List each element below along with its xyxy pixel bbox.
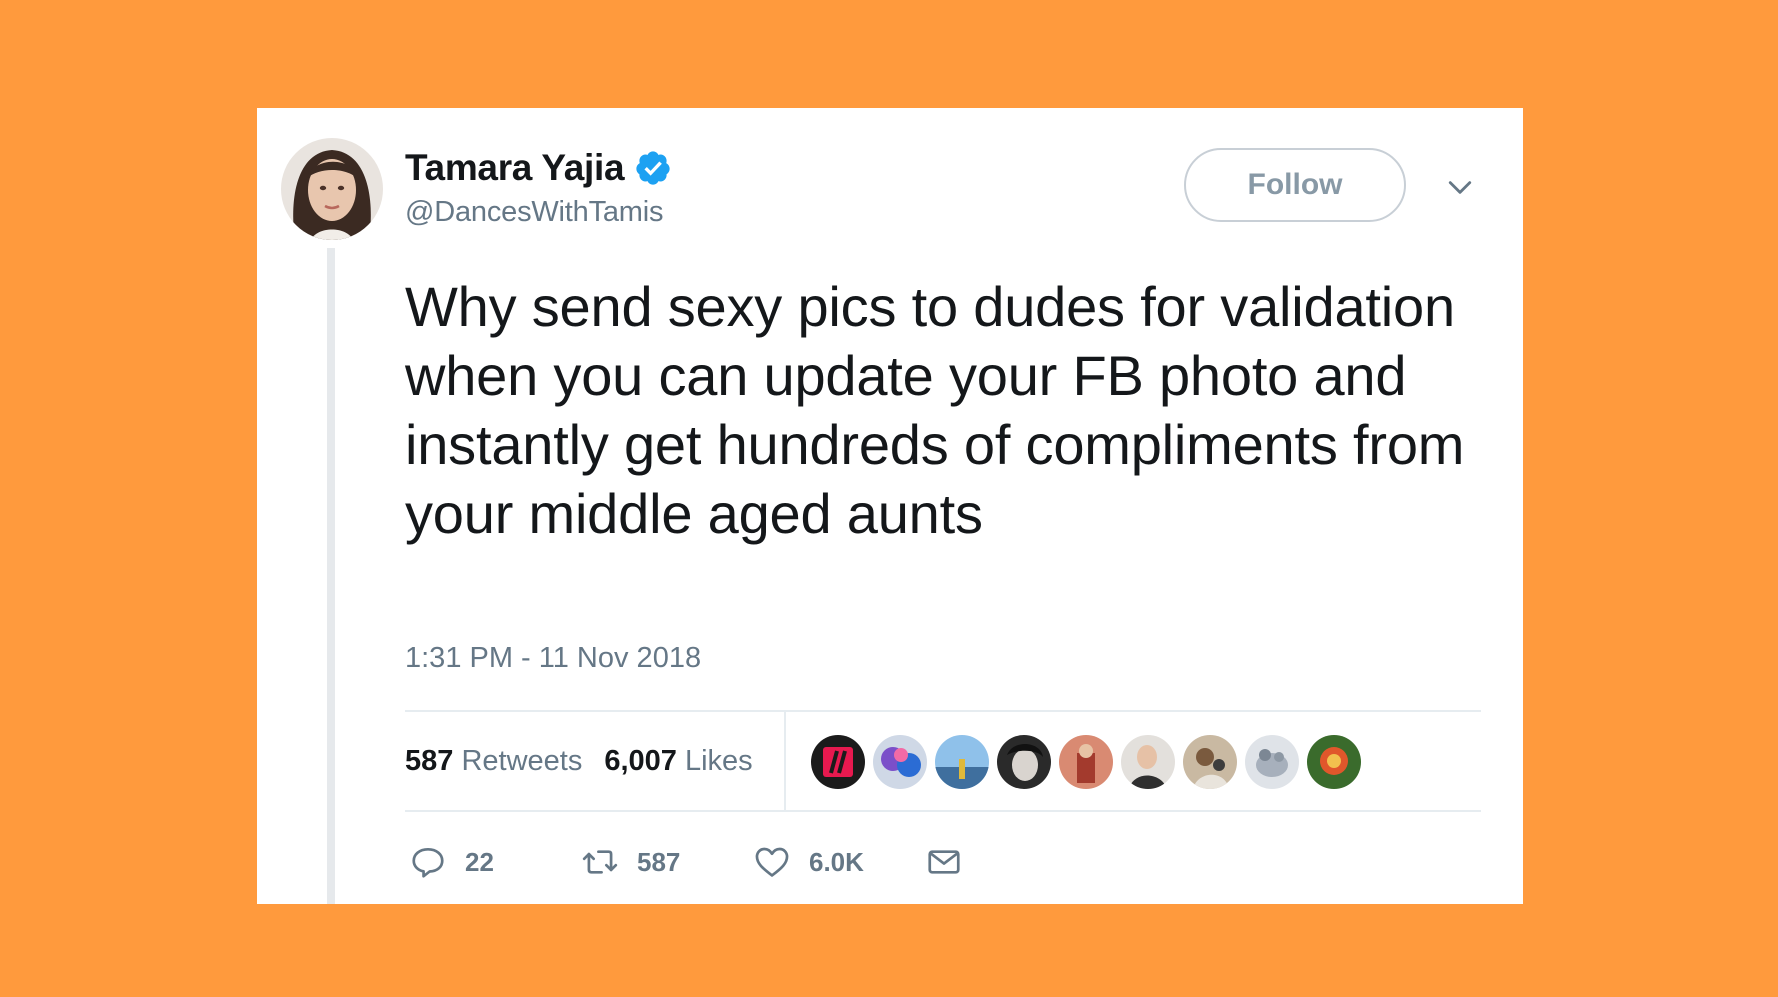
likers-avatar-row	[811, 735, 1369, 789]
follow-button[interactable]: Follow	[1184, 148, 1406, 222]
retweet-icon	[582, 850, 618, 874]
retweets-label: Retweets	[461, 744, 583, 777]
heart-icon	[755, 847, 789, 877]
divider-bottom	[405, 810, 1481, 812]
likes-stat[interactable]: 6,007 Likes	[604, 745, 752, 778]
liker-avatar[interactable]	[811, 735, 865, 789]
tweet-card: Tamara Yajia @DancesWithTamis Follow Why…	[257, 108, 1523, 904]
thread-line	[327, 248, 335, 904]
liker-avatar[interactable]	[935, 735, 989, 789]
liker-avatar[interactable]	[1121, 735, 1175, 789]
author-avatar[interactable]	[281, 138, 383, 240]
envelope-icon	[928, 850, 960, 874]
like-button[interactable]: 6.0K	[753, 843, 925, 881]
like-count: 6.0K	[809, 846, 864, 877]
retweet-button[interactable]: 587	[581, 843, 753, 881]
liker-avatar[interactable]	[1183, 735, 1237, 789]
liker-avatar[interactable]	[1245, 735, 1299, 789]
retweets-stat[interactable]: 587 Retweets	[405, 745, 582, 778]
author-name-row: Tamara Yajia	[405, 144, 672, 192]
tweet-actions: 22 587 6.0K	[409, 834, 963, 890]
direct-message-button[interactable]	[925, 843, 963, 881]
liker-avatar[interactable]	[1307, 735, 1361, 789]
reply-button[interactable]: 22	[409, 843, 581, 881]
retweet-count: 587	[637, 846, 681, 877]
tweet-timestamp[interactable]: 1:31 PM - 11 Nov 2018	[405, 642, 701, 675]
liker-avatar[interactable]	[873, 735, 927, 789]
reply-count: 22	[465, 846, 494, 877]
verified-badge-icon	[636, 151, 670, 185]
likes-label: Likes	[684, 744, 753, 777]
stats-separator	[784, 712, 786, 810]
reply-icon	[412, 847, 444, 878]
author-handle[interactable]: @DancesWithTamis	[405, 196, 663, 229]
chevron-down-icon[interactable]	[1447, 174, 1473, 200]
liker-avatar[interactable]	[1059, 735, 1113, 789]
author-display-name[interactable]: Tamara Yajia	[405, 147, 625, 189]
tweet-text: Why send sexy pics to dudes for validati…	[405, 275, 1465, 545]
retweets-count: 587	[405, 744, 462, 777]
engagement-stats: 587 Retweets 6,007 Likes	[405, 712, 775, 810]
likes-count: 6,007	[604, 744, 685, 777]
liker-avatar[interactable]	[997, 735, 1051, 789]
